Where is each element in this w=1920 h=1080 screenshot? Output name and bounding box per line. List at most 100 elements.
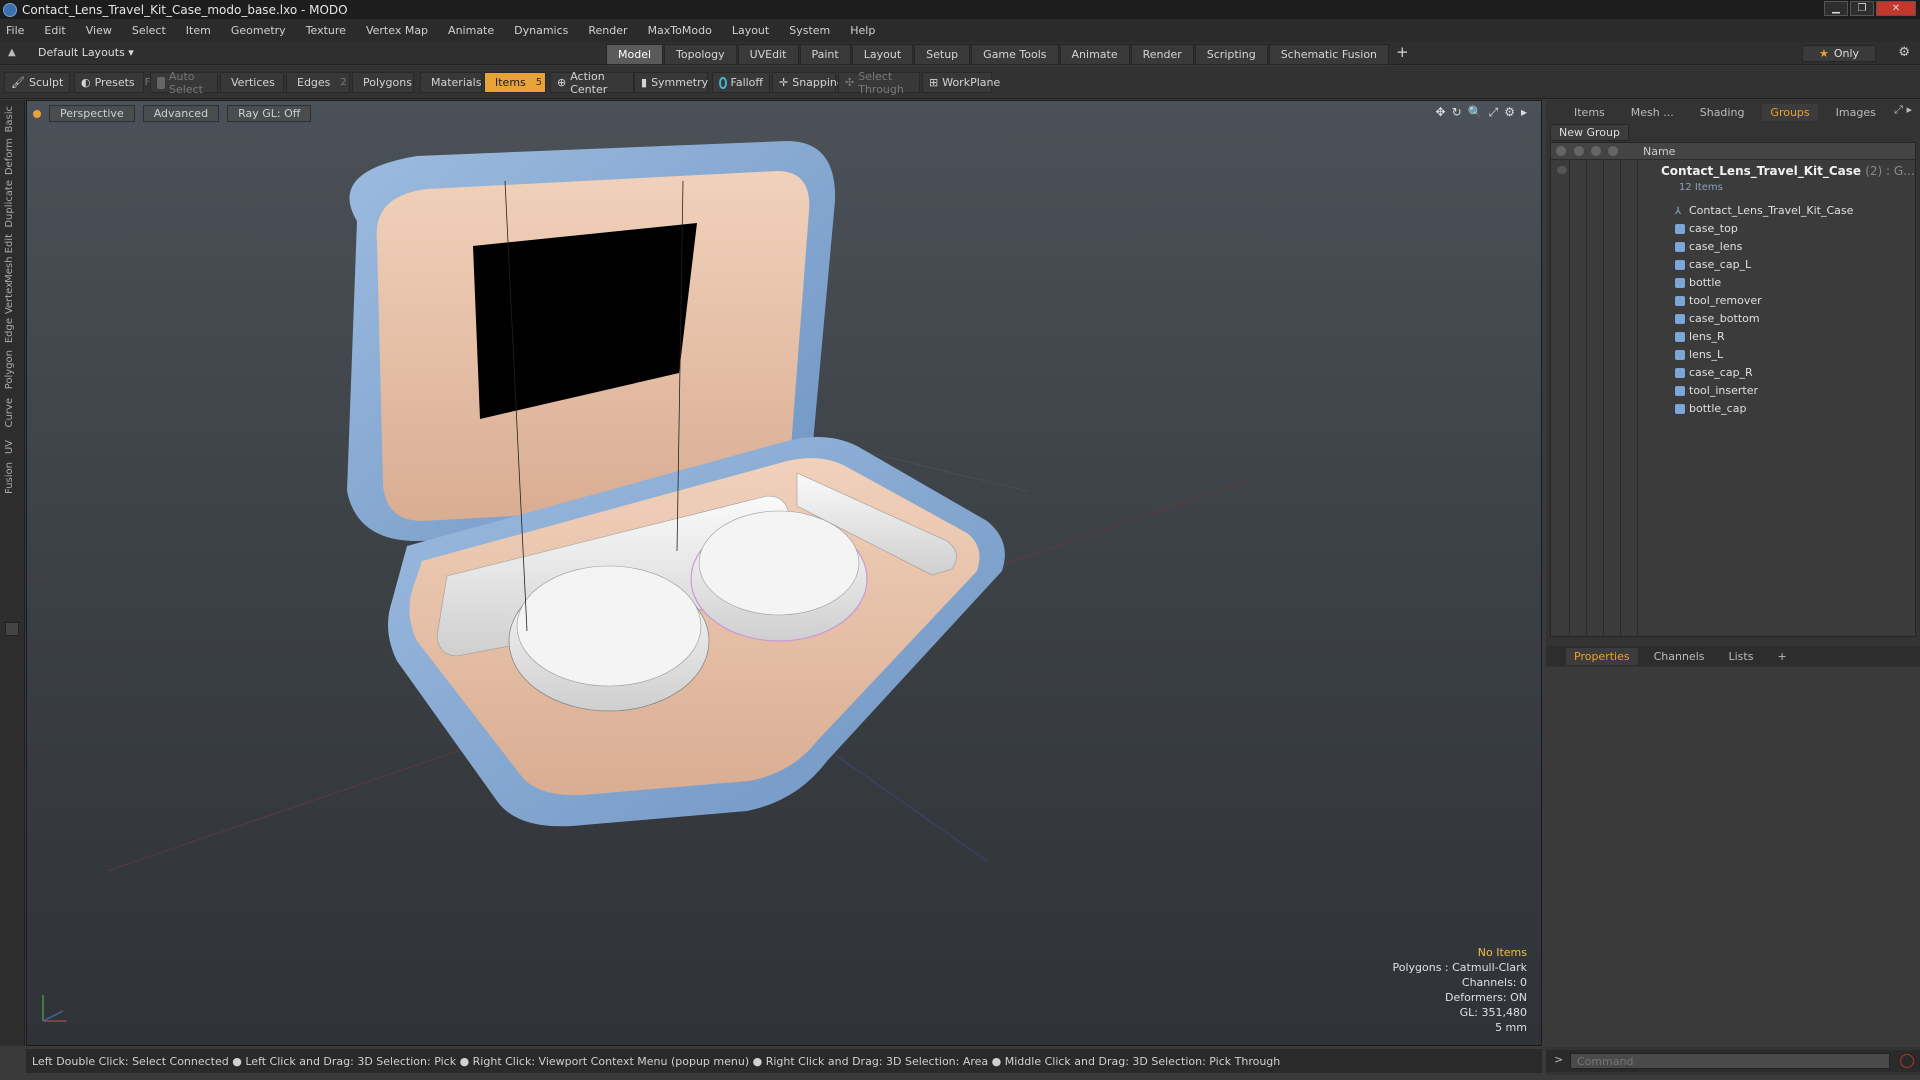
add-tab-icon[interactable]: + [1390, 44, 1415, 65]
tree-item-row[interactable]: tool_inserter [1551, 382, 1915, 400]
perspective-dropdown[interactable]: Perspective [49, 105, 135, 122]
tab-game-tools[interactable]: Game Tools [971, 44, 1059, 65]
panel-tab-groups[interactable]: Groups [1762, 103, 1818, 121]
props-tab-lists[interactable]: Lists [1721, 648, 1762, 665]
eye-icon[interactable] [1557, 166, 1567, 174]
tree-item-row[interactable]: ⅄ Contact_Lens_Travel_Kit_Case [1551, 202, 1915, 220]
left-tab-uv[interactable]: UV [4, 440, 15, 454]
palette-toggle[interactable] [5, 622, 19, 636]
menu-render[interactable]: Render [588, 24, 627, 37]
left-tab-fusion[interactable]: Fusion [4, 462, 15, 494]
tab-paint[interactable]: Paint [799, 44, 851, 65]
tree-item-row[interactable]: bottle_cap [1551, 400, 1915, 418]
advanced-dropdown[interactable]: Advanced [142, 105, 220, 122]
panel-tab-shading[interactable]: Shading [1692, 104, 1753, 121]
tab-topology[interactable]: Topology [664, 44, 737, 65]
command-input[interactable] [1570, 1053, 1890, 1069]
menu-vertex-map[interactable]: Vertex Map [366, 24, 428, 37]
tab-schematic-fusion[interactable]: Schematic Fusion [1268, 44, 1390, 65]
menu-system[interactable]: System [789, 24, 830, 37]
sculpt-button[interactable]: 🖌 Sculpt [4, 72, 70, 93]
props-tab-properties[interactable]: Properties [1566, 647, 1638, 665]
menu-help[interactable]: Help [850, 24, 875, 37]
materials-button[interactable]: Materials [420, 72, 482, 93]
left-tab-polygon[interactable]: Polygon [4, 350, 15, 389]
menu-dynamics[interactable]: Dynamics [514, 24, 568, 37]
symmetry-button[interactable]: ▮ Symmetry [634, 72, 708, 93]
left-tab-vertex[interactable]: Vertex [4, 282, 15, 314]
panel-tab-items[interactable]: Items [1566, 104, 1613, 121]
menu-view[interactable]: View [86, 24, 112, 37]
menu-layout[interactable]: Layout [732, 24, 769, 37]
panel-tab-images[interactable]: Images [1828, 104, 1884, 121]
tree-item-row[interactable]: lens_R [1551, 328, 1915, 346]
record-icon[interactable] [1900, 1054, 1914, 1068]
new-group-button[interactable]: New Group [1550, 124, 1629, 141]
tree-item-row[interactable]: case_cap_R [1551, 364, 1915, 382]
props-tab-channels[interactable]: Channels [1646, 648, 1713, 665]
falloff-button[interactable]: Falloff [712, 72, 770, 93]
group-row[interactable]: Contact_Lens_Travel_Kit_Case (2) : G... … [1551, 162, 1915, 193]
items-button[interactable]: Items 5 [484, 72, 546, 93]
left-tab-curve[interactable]: Curve [4, 398, 15, 428]
tree-item-row[interactable]: lens_L [1551, 346, 1915, 364]
left-tab-duplicate[interactable]: Duplicate [4, 180, 15, 228]
tree-item-row[interactable]: tool_remover [1551, 292, 1915, 310]
3d-viewport[interactable]: Perspective Advanced Ray GL: Off ✥ ↻ 🔍 ⤢… [26, 100, 1542, 1046]
tree-item-row[interactable]: case_cap_L [1551, 256, 1915, 274]
tab-layout[interactable]: Layout [851, 44, 914, 65]
polygons-button[interactable]: Polygons [352, 72, 414, 93]
tab-render[interactable]: Render [1130, 44, 1194, 65]
rotate-icon[interactable]: ↻ [1452, 105, 1462, 120]
layout-selector[interactable]: Default Layouts ▾ [38, 46, 134, 59]
menu-select[interactable]: Select [132, 24, 166, 37]
auto-select-button[interactable]: Auto Select [150, 70, 218, 96]
tree-item-row[interactable]: case_bottom [1551, 310, 1915, 328]
left-tab-edge[interactable]: Edge [4, 318, 15, 343]
tree-item-row[interactable]: bottle [1551, 274, 1915, 292]
menu-animate[interactable]: Animate [448, 24, 494, 37]
menu-maxtomodo[interactable]: MaxToModo [648, 24, 712, 37]
tab-animate[interactable]: Animate [1059, 44, 1130, 65]
render-col-icon[interactable] [1608, 146, 1618, 156]
left-tab-deform[interactable]: Deform [4, 138, 15, 175]
tree-item-row[interactable]: case_top [1551, 220, 1915, 238]
menu-geometry[interactable]: Geometry [231, 24, 286, 37]
action-center-button[interactable]: ⊕ Action Center [550, 70, 634, 96]
add-props-tab-icon[interactable]: + [1769, 648, 1794, 665]
pan-icon[interactable]: ✥ [1436, 105, 1446, 120]
close-icon[interactable]: ✕ [1876, 1, 1916, 16]
left-tab-basic[interactable]: Basic [4, 106, 15, 132]
menu-item[interactable]: Item [186, 24, 211, 37]
zoom-icon[interactable]: 🔍 [1468, 105, 1483, 120]
left-tab-mesh-edit[interactable]: Mesh Edit [4, 234, 15, 283]
select-col-icon[interactable] [1591, 146, 1601, 156]
lock-col-icon[interactable] [1574, 146, 1584, 156]
gear-icon[interactable]: ⚙ [1898, 45, 1910, 60]
snapping-button[interactable]: ✛ Snapping [772, 72, 844, 93]
select-through-button[interactable]: ✣ Select Through [838, 70, 920, 96]
edges-button[interactable]: Edges 2 [286, 72, 350, 93]
presets-button[interactable]: ◐PresetsF6 [74, 72, 157, 93]
menu-file[interactable]: File [6, 24, 24, 37]
vertices-button[interactable]: Vertices1 [220, 72, 291, 93]
menu-edit[interactable]: Edit [44, 24, 65, 37]
tab-uvedit[interactable]: UVEdit [737, 44, 799, 65]
raygl-dropdown[interactable]: Ray GL: Off [227, 105, 312, 122]
settings-icon[interactable]: ⚙ [1504, 105, 1515, 120]
only-button[interactable]: ★ Only [1802, 45, 1876, 62]
tab-setup[interactable]: Setup [914, 44, 971, 65]
layout-toggle-icon[interactable]: ▲ [8, 47, 20, 59]
panel-tab-mesh[interactable]: Mesh ... [1623, 104, 1682, 121]
menu-texture[interactable]: Texture [306, 24, 346, 37]
workplane-button[interactable]: ⊞ WorkPlane [922, 72, 1000, 93]
tab-model[interactable]: Model [606, 44, 664, 65]
visibility-col-icon[interactable] [1556, 146, 1566, 156]
viewport-menu-dot[interactable] [33, 109, 41, 118]
panel-expand-icon[interactable]: ⤢ ▸ [1894, 103, 1912, 117]
minimize-icon[interactable]: ▁ [1824, 1, 1848, 16]
tree-item-row[interactable]: case_lens [1551, 238, 1915, 256]
maximize-viewport-icon[interactable]: ⤢ [1489, 105, 1499, 120]
expand-arrow-icon[interactable]: ▸ [1521, 105, 1527, 120]
maximize-icon[interactable]: ❐ [1850, 1, 1874, 16]
